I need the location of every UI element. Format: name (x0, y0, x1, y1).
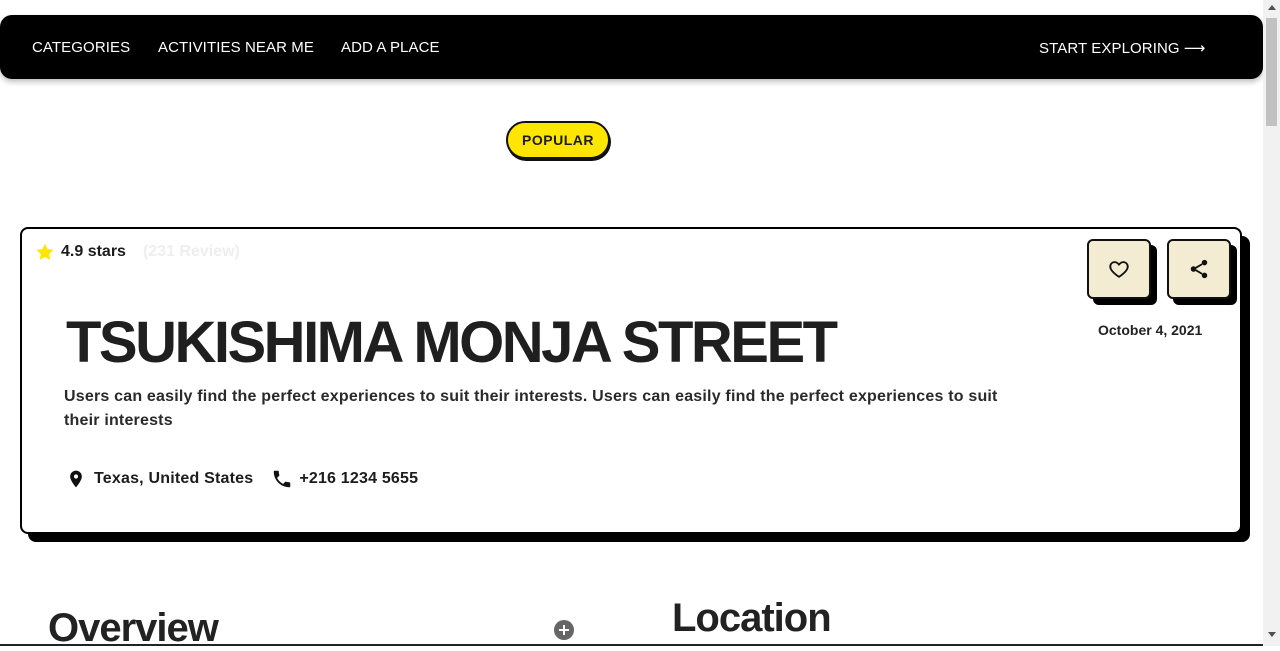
place-card: 4.9 stars (231 Review) TSUKISHIMA MONJA … (20, 227, 1242, 534)
phone-icon (274, 470, 291, 488)
rating-value: 4.9 stars (61, 243, 126, 260)
start-exploring-button[interactable]: START EXPLORING ⟶ (1039, 39, 1206, 58)
place-description: Users can easily find the perfect experi… (64, 388, 998, 429)
plus-icon (559, 625, 569, 635)
share-icon (1190, 259, 1208, 279)
favorite-button[interactable] (1087, 239, 1151, 299)
popular-badge[interactable]: POPULAR (506, 121, 610, 159)
share-button-wrap (1167, 239, 1237, 305)
nav-link-categories[interactable]: CATEGORIES (32, 39, 130, 56)
place-meta: Texas, United States +216 1234 5655 (66, 467, 418, 491)
place-phone[interactable]: +216 1234 5655 (299, 470, 418, 488)
favorite-button-wrap (1087, 239, 1157, 305)
location-pin-icon (70, 470, 82, 488)
scroll-down-icon[interactable] (1268, 632, 1276, 637)
vertical-scrollbar[interactable] (1263, 0, 1280, 646)
rating: 4.9 stars (231 Review) (35, 242, 240, 262)
nav-link-activities-near-me[interactable]: ACTIVITIES NEAR ME (158, 39, 314, 56)
expand-plus-icon[interactable] (554, 620, 574, 640)
heart-icon (1109, 261, 1129, 278)
arrow-right-icon: ⟶ (1183, 40, 1206, 57)
place-location: Texas, United States (94, 470, 254, 487)
publish-date: October 4, 2021 (1098, 322, 1203, 338)
star-icon (36, 243, 54, 260)
share-button[interactable] (1167, 239, 1231, 299)
nav-link-add-a-place[interactable]: ADD A PLACE (341, 39, 440, 56)
top-navbar: CATEGORIES ACTIVITIES NEAR ME ADD A PLAC… (0, 15, 1263, 79)
place-title: TSUKISHIMA MONJA STREET (66, 310, 838, 375)
review-count[interactable]: (231 Review) (143, 243, 240, 261)
start-exploring-label: START EXPLORING (1039, 39, 1180, 57)
scrollbar-thumb[interactable] (1266, 18, 1277, 126)
scroll-up-icon[interactable] (1268, 5, 1276, 10)
location-heading: Location (672, 596, 832, 640)
